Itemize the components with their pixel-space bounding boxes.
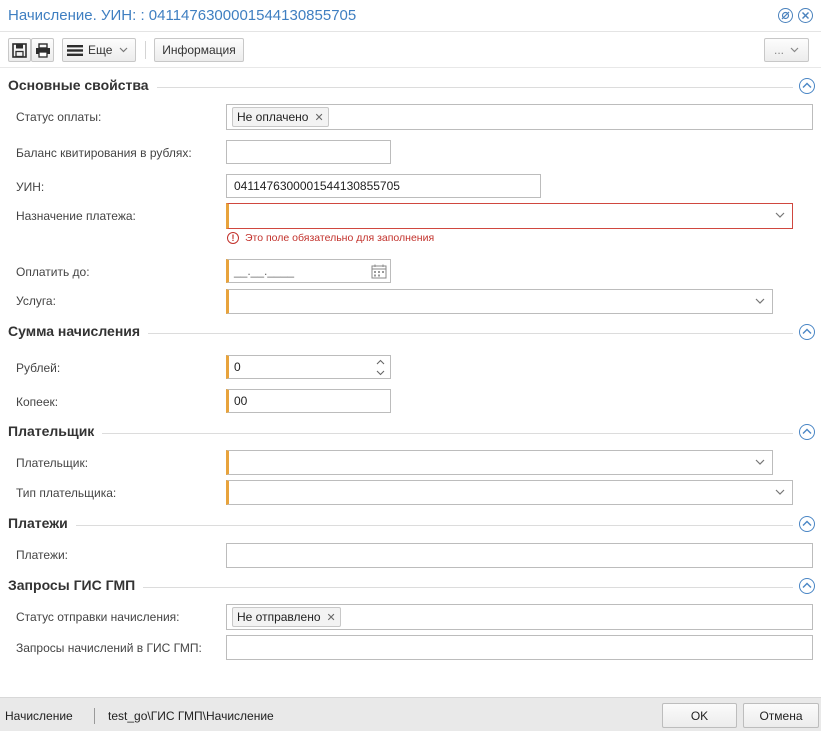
collapse-payer-button[interactable]: [799, 424, 815, 440]
error-icon: !: [227, 232, 239, 244]
print-icon: [35, 42, 50, 58]
purpose-label: Назначение платежа:: [16, 209, 136, 223]
balance-label: Баланс квитирования в рублях:: [16, 146, 192, 160]
toolbar: Еще Информация ...: [0, 32, 821, 68]
settings-icon[interactable]: [778, 8, 793, 23]
print-button[interactable]: [31, 38, 54, 62]
section-payments-header: Платежи: [8, 515, 815, 533]
spinner-icon[interactable]: [376, 358, 385, 377]
rubles-field[interactable]: 0: [226, 355, 391, 379]
ok-button[interactable]: OK: [662, 703, 737, 728]
section-gis-header: Запросы ГИС ГМП: [8, 577, 815, 595]
payments-field[interactable]: [226, 543, 813, 568]
toolbar-divider: [145, 41, 146, 59]
chevron-up-icon: [802, 428, 812, 434]
send-status-label: Статус отправки начисления:: [16, 610, 180, 624]
chevron-down-icon: [775, 212, 785, 218]
payments-label: Платежи:: [16, 548, 69, 562]
section-main-title: Основные свойства: [8, 77, 157, 93]
info-button-label: Информация: [162, 43, 236, 57]
section-gis-title: Запросы ГИС ГМП: [8, 577, 144, 593]
chevron-down-icon: [755, 459, 765, 465]
payment-status-field[interactable]: Не оплачено ✕: [226, 104, 813, 130]
pay-until-label: Оплатить до:: [16, 265, 90, 279]
chevron-down-icon: [755, 298, 765, 304]
save-icon: [12, 42, 27, 58]
close-icon[interactable]: [798, 8, 813, 23]
section-payer-title: Плательщик: [8, 423, 103, 439]
cancel-button-label: Отмена: [759, 708, 803, 723]
rubles-label: Рублей:: [16, 361, 61, 375]
status-divider: [94, 708, 95, 724]
section-main-header: Основные свойства: [8, 77, 815, 95]
status-entity-name: Начисление: [5, 709, 73, 723]
window-title: Начисление. УИН: : 041147630000154413085…: [8, 7, 357, 24]
service-label: Услуга:: [16, 294, 56, 308]
chevron-down-icon: [119, 47, 128, 53]
chevron-up-icon: [802, 82, 812, 88]
status-bar: Начисление test_go\ГИС ГМП\Начисление OK…: [0, 697, 821, 731]
purpose-error: ! Это поле обязательно для заполнения: [227, 232, 434, 244]
collapse-payments-button[interactable]: [799, 516, 815, 532]
ellipsis-label: ...: [773, 43, 784, 57]
more-menu-button[interactable]: Еще: [62, 38, 136, 62]
payment-status-label: Статус оплаты:: [16, 110, 102, 124]
chevron-down-icon: [790, 47, 799, 53]
payer-type-field[interactable]: [226, 480, 793, 505]
more-menu-label: Еще: [88, 43, 113, 57]
pay-until-placeholder: __.__.____: [234, 264, 295, 278]
ellipsis-menu-button[interactable]: ...: [764, 38, 809, 62]
section-payments-title: Платежи: [8, 515, 76, 531]
chevron-up-icon: [802, 520, 812, 526]
balance-field[interactable]: [226, 140, 391, 164]
pay-until-field[interactable]: __.__.____: [226, 259, 391, 283]
chevron-up-icon: [802, 328, 812, 334]
uin-field[interactable]: 0411476300001544130855705: [226, 174, 541, 198]
collapse-gis-button[interactable]: [799, 578, 815, 594]
status-path: test_go\ГИС ГМП\Начисление: [108, 709, 274, 723]
section-payer-header: Плательщик: [8, 423, 815, 441]
remove-tag-icon[interactable]: ✕: [314, 111, 323, 124]
send-status-field[interactable]: Не отправлено ✕: [226, 604, 813, 630]
uin-label: УИН:: [16, 180, 45, 194]
calendar-icon[interactable]: [371, 264, 387, 279]
window-title-bar: Начисление. УИН: : 041147630000154413085…: [0, 0, 821, 32]
payer-field[interactable]: [226, 450, 773, 475]
save-button[interactable]: [8, 38, 31, 62]
chevron-down-icon: [775, 489, 785, 495]
menu-icon: [67, 44, 83, 56]
purpose-error-text: Это поле обязательно для заполнения: [245, 232, 435, 244]
payer-type-label: Тип плательщика:: [16, 486, 117, 500]
payment-status-tag: Не оплачено ✕: [232, 107, 329, 127]
gis-requests-label: Запросы начислений в ГИС ГМП:: [16, 641, 202, 655]
cancel-button[interactable]: Отмена: [743, 703, 819, 728]
rubles-value: 0: [234, 360, 241, 374]
section-amount-header: Сумма начисления: [8, 323, 815, 341]
gis-requests-field[interactable]: [226, 635, 813, 660]
send-status-tag-label: Не отправлено: [237, 610, 321, 624]
payer-label: Плательщик:: [16, 456, 89, 470]
chevron-up-icon: [802, 582, 812, 588]
remove-tag-icon[interactable]: ✕: [327, 611, 336, 624]
collapse-amount-button[interactable]: [799, 324, 815, 340]
section-amount-title: Сумма начисления: [8, 323, 149, 339]
purpose-field[interactable]: [226, 203, 793, 229]
kopecks-label: Копеек:: [16, 395, 59, 409]
send-status-tag: Не отправлено ✕: [232, 607, 341, 627]
service-field[interactable]: [226, 289, 773, 314]
kopecks-field[interactable]: 00: [226, 389, 391, 413]
ok-button-label: OK: [690, 708, 709, 723]
collapse-main-button[interactable]: [799, 78, 815, 94]
info-button[interactable]: Информация: [154, 38, 244, 62]
payment-status-tag-label: Не оплачено: [237, 110, 309, 124]
